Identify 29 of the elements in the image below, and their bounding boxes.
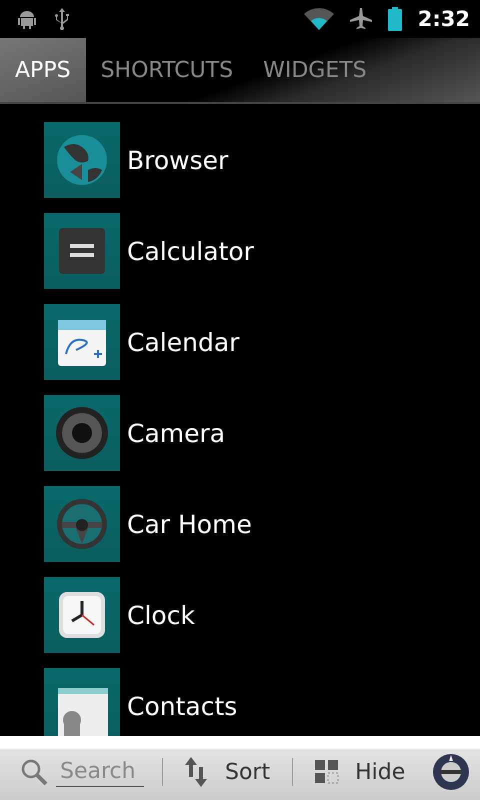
app-label[interactable]: Calculator [127,236,254,266]
app-label[interactable]: Calendar [127,328,240,356]
camera-icon[interactable] [44,395,120,471]
grid-icon [315,760,340,784]
app-label[interactable]: Car Home [127,510,252,538]
airplane-icon [350,8,372,30]
battery-icon [388,7,402,31]
app-label[interactable]: Contacts [127,692,238,720]
contacts-icon[interactable] [44,668,120,736]
tab[interactable]: WIDGETS [248,38,382,102]
calculator-icon[interactable] [44,213,120,289]
tab[interactable]: SHORTCUTS [86,38,248,102]
tab[interactable]: APPS [0,38,86,102]
search-icon [20,758,48,786]
sort-icon [185,757,209,787]
clock-time: 2:32 [418,7,470,31]
app-label[interactable]: Browser [127,146,228,174]
android-icon [16,9,38,29]
hide-button[interactable]: Hide [311,760,410,784]
usb-icon [54,8,70,30]
calendar-icon[interactable] [44,304,120,380]
wifi-icon [304,8,334,30]
compass-icon[interactable] [432,753,470,791]
clock-icon[interactable] [44,577,120,653]
app-label[interactable]: Camera [127,418,226,448]
search-field[interactable]: Search [56,757,144,787]
sort-button[interactable]: Sort [181,757,274,787]
globe-icon[interactable] [44,122,120,198]
app-label[interactable]: Clock [127,600,195,630]
